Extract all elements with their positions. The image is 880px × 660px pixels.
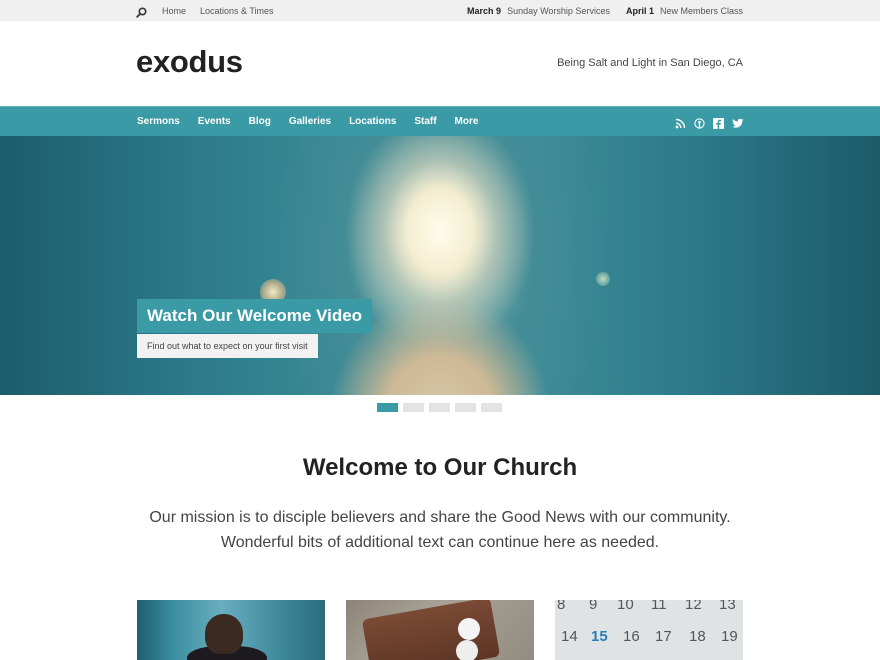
hero-light-flare <box>596 272 610 286</box>
search-icon[interactable] <box>136 5 147 18</box>
speaker-head <box>205 614 243 654</box>
calendar-number: 18 <box>689 628 706 645</box>
calendar-number: 19 <box>721 628 738 645</box>
calendar-number: 16 <box>623 628 640 645</box>
top-links: Home Locations & Times <box>162 0 274 21</box>
calendar-number: 10 <box>617 600 634 613</box>
hero-slider[interactable]: Watch Our Welcome Video Find out what to… <box>0 136 880 395</box>
nav-item-staff[interactable]: Staff <box>414 116 436 127</box>
card-blog-image[interactable] <box>346 600 534 660</box>
earbud-shape <box>458 618 480 640</box>
slider-pagination <box>377 403 502 412</box>
podcast-icon[interactable] <box>694 116 705 129</box>
twitter-icon[interactable] <box>732 116 744 128</box>
calendar-number: 14 <box>561 628 578 645</box>
hero-subtitle: Find out what to expect on your first vi… <box>137 334 318 358</box>
calendar-number: 17 <box>655 628 672 645</box>
slider-dot-4[interactable] <box>455 403 476 412</box>
main-nav: Sermons Events Blog Galleries Locations … <box>0 106 880 136</box>
facebook-icon[interactable] <box>713 116 724 129</box>
nav-item-locations[interactable]: Locations <box>349 116 396 127</box>
welcome-heading: Welcome to Our Church <box>302 454 578 481</box>
top-bar: Home Locations & Times March 9 Sunday Wor… <box>0 0 880 21</box>
top-link-home[interactable]: Home <box>162 6 186 16</box>
nav-item-galleries[interactable]: Galleries <box>289 116 331 127</box>
event-date: March 9 <box>467 5 502 16</box>
event-title: Sunday Worship Services <box>507 5 610 16</box>
earbud-shape <box>456 640 478 660</box>
nav-item-blog[interactable]: Blog <box>249 116 271 127</box>
calendar-number: 13 <box>719 600 736 613</box>
nav-item-more[interactable]: More <box>455 116 479 127</box>
top-link-locations-times[interactable]: Locations & Times <box>200 6 274 16</box>
event-date: April 1 <box>625 5 654 16</box>
slider-dot-1[interactable] <box>377 403 398 412</box>
slider-dot-5[interactable] <box>481 403 502 412</box>
calendar-image: 8 9 10 11 12 13 14 15 16 17 18 19 <box>555 600 743 660</box>
nav-item-sermons[interactable]: Sermons <box>137 116 180 127</box>
event-title: New Members Class <box>659 5 743 16</box>
card-events-image[interactable]: 8 9 10 11 12 13 14 15 16 17 18 19 <box>555 600 743 660</box>
calendar-number: 12 <box>685 600 702 613</box>
upcoming-events: March 9 Sunday Worship Services April 1 Ne… <box>467 0 743 21</box>
nav-item-events[interactable]: Events <box>198 116 231 127</box>
calendar-number: 9 <box>589 600 598 613</box>
site-tagline: Being Salt and Light in San Diego, CA <box>557 57 743 69</box>
hero-title[interactable]: Watch Our Welcome Video <box>137 299 373 333</box>
calendar-number: 11 <box>651 600 667 613</box>
mission-line: Our mission is to disciple believers and… <box>149 509 731 526</box>
calendar-number: 8 <box>557 600 566 613</box>
rss-icon[interactable] <box>675 116 686 129</box>
event-item[interactable]: March 9 Sunday Worship Services <box>467 6 610 16</box>
mission-text: Our mission is to disciple believers and… <box>0 505 880 555</box>
slider-dot-3[interactable] <box>429 403 450 412</box>
site-logo[interactable]: exodus <box>136 44 243 80</box>
event-item[interactable]: April 1 New Members Class <box>626 6 743 16</box>
mission-line: Wonderful bits of additional text can co… <box>220 534 660 551</box>
social-links <box>675 107 744 136</box>
card-sermons-image[interactable] <box>137 600 325 660</box>
calendar-number-highlighted: 15 <box>591 628 608 645</box>
slider-dot-2[interactable] <box>403 403 424 412</box>
